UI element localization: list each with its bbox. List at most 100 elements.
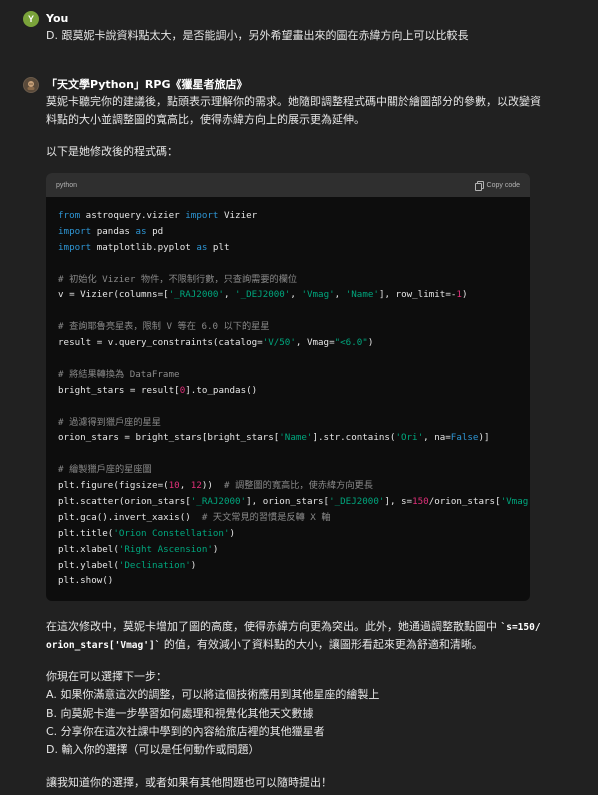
code-token: result = v.query_constraints(catalog= [58, 337, 263, 349]
code-token: , na= [423, 432, 451, 444]
code-token: 'Declination' [118, 559, 191, 571]
code-line: ​ [58, 446, 518, 462]
copy-icon [474, 180, 484, 191]
option-d: D. 輸入你的選擇（可以是任何動作或問題） [46, 743, 260, 756]
code-token: ].str.contains( [312, 432, 396, 444]
code-line: plt.gca().invert_xaxis() # 天文常見的習慣是反轉 X … [58, 510, 518, 526]
code-token: 'Orion Constellation' [113, 527, 230, 539]
code-line: ​ [58, 303, 518, 319]
code-token: ) [190, 559, 197, 571]
code-token: 10 [168, 480, 180, 492]
code-token: plt.title( [58, 527, 114, 539]
code-token: plt.show() [58, 575, 114, 587]
code-line: ​ [58, 256, 518, 272]
code-token: plt.xlabel( [58, 543, 119, 555]
code-token: ) [367, 337, 374, 349]
copy-code-button[interactable]: Copy code [474, 180, 520, 191]
explanation-line-1: 在這次修改中，莫妮卡增加了圖的高度，使得赤緯方向更為突出。此外，她通過調整散點圖… [46, 617, 546, 637]
code-line: # 將結果轉換為 DataFrame [58, 367, 518, 383]
code-token: # 調整圖的寬高比，使赤緯方向更長 [224, 480, 373, 492]
code-line: import pandas as pd [58, 224, 518, 240]
code-line: result = v.query_constraints(catalog='V/… [58, 335, 518, 351]
code-token: import [58, 225, 92, 237]
code-token: 'Name' [279, 432, 313, 444]
option-c: C. 分享你在這次社課中學到的內容給旅店裡的其他獵星者 [46, 725, 325, 738]
options-title: 你現在可以選擇下一步： [46, 670, 167, 683]
code-language-label: python [56, 181, 78, 189]
code-token: ], orion_stars[ [246, 496, 330, 508]
code-line: from astroquery.vizier import Vizier [58, 208, 518, 224]
code-token: import [185, 210, 219, 221]
code-token: # 將結果轉換為 DataFrame [58, 368, 180, 380]
copy-code-label: Copy code [486, 181, 520, 189]
code-line: # 查詢耶魯亮星表，限制 V 等在 6.0 以下的星星 [58, 319, 518, 335]
user-message: D. 跟莫妮卡說資料點太大，是否能調小，另外希望畫出來的圖在赤緯方向上可以比較長 [46, 29, 469, 42]
code-token: ) [461, 289, 468, 301]
code-token: , [290, 289, 302, 301]
code-token: matplotlib.pyplot [91, 241, 197, 253]
code-line: v = Vizier(columns=['_RAJ2000', '_DEJ200… [58, 287, 518, 303]
assistant-intro-line-2: 料點的大小並調整圖的寬高比，使得赤緯方向上的展示更為延伸。 [46, 113, 365, 126]
explanation-text-b: 的值，有效減小了資料點的大小，讓圖形看起來更為舒適和清晰。 [160, 638, 483, 651]
code-token: plt.figure(figsize=( [58, 480, 169, 492]
code-body[interactable]: from astroquery.vizier import Vizier impo… [46, 197, 530, 589]
code-token: 12 [190, 480, 202, 492]
code-token: plt.scatter(orion_stars[ [58, 496, 191, 508]
explanation-text-a: 在這次修改中，莫妮卡增加了圖的高度，使得赤緯方向更為突出。此外，她通過調整散點圖… [46, 620, 501, 633]
closing-text: 讓我知道你的選擇，或者如果有其他問題也可以隨時提出！ [46, 776, 332, 789]
user-avatar: Y [23, 11, 39, 27]
option-a: A. 如果你滿意這次的調整，可以將這個技術應用到其他星座的繪製上 [46, 688, 380, 701]
code-token: ], s= [384, 496, 413, 508]
bot-avatar-icon [27, 81, 35, 90]
code-line: ​ [58, 399, 518, 415]
code-token: # 查詢耶魯亮星表，限制 V 等在 6.0 以下的星星 [58, 321, 270, 333]
code-token: 'Ori' [395, 432, 424, 444]
code-token: plt.gca().invert_xaxis() [58, 511, 202, 523]
code-token: 150 [412, 496, 429, 508]
code-token: 'Right Ascension' [118, 543, 213, 555]
code-token: Vizier [218, 210, 258, 221]
inline-code-b: orion_stars['Vmag']` [46, 640, 161, 651]
code-token: orion_stars = bright_stars[bright_stars[ [58, 432, 280, 444]
code-block: python Copy code from astroquery.vizier … [46, 173, 530, 601]
inline-code-a: `s=150/ [500, 622, 541, 633]
code-token: 'Vmag' [301, 289, 335, 301]
code-token: plt [207, 241, 230, 253]
user-name: You [46, 12, 69, 25]
code-token: ], row_limit=- [378, 289, 457, 301]
code-token: as [196, 241, 208, 253]
code-token: '_DEJ2000' [235, 289, 291, 301]
code-line: plt.ylabel('Declination') [58, 558, 518, 574]
code-token: bright_stars = result[ [58, 384, 180, 396]
code-token: # 初始化 Vizier 物件，不限制行數，只查詢需要的欄位 [58, 273, 298, 285]
code-token: ].to_pandas() [185, 384, 258, 396]
code-token: )) [201, 480, 225, 492]
code-token: 'Vmag' [500, 496, 530, 508]
explanation-line-2: orion_stars['Vmag']` 的值，有效減小了資料點的大小，讓圖形看… [46, 635, 546, 655]
assistant-lead: 以下是她修改後的程式碼： [46, 145, 178, 158]
code-line: # 初始化 Vizier 物件，不限制行數，只查詢需要的欄位 [58, 272, 518, 288]
code-token: # 繪製獵戶座的星座圖 [58, 464, 152, 476]
code-token: from [58, 210, 81, 221]
code-token: )] [478, 432, 490, 444]
code-token: # 過濾得到獵戶座的星星 [58, 416, 161, 428]
code-header: python Copy code [46, 173, 530, 197]
code-line: bright_stars = result[0].to_pandas() [58, 383, 518, 399]
assistant-intro-line-1: 莫妮卡聽完你的建議後，點頭表示理解你的需求。她隨即調整程式碼中關於繪圖部分的參數… [46, 95, 541, 108]
code-line: plt.scatter(orion_stars['_RAJ2000'], ori… [58, 494, 530, 510]
code-token: 'V/50' [262, 337, 296, 349]
code-token: '_RAJ2000' [168, 289, 224, 301]
code-token: v = Vizier(columns=[ [58, 289, 169, 301]
code-token: as [135, 225, 147, 237]
assistant-name: 「天文學Python」RPG《獵星者旅店》 [46, 78, 248, 91]
code-token: "<6.0" [334, 337, 368, 349]
code-token: '_RAJ2000' [190, 496, 247, 508]
code-token: /orion_stars[ [428, 496, 501, 508]
code-token: , Vmag= [295, 337, 335, 349]
code-token: False [450, 432, 479, 444]
code-line: # 過濾得到獵戶座的星星 [58, 415, 518, 431]
code-token: ) [229, 527, 236, 539]
code-token: astroquery.vizier [80, 210, 186, 221]
code-token: pd [146, 225, 164, 237]
option-b: B. 向莫妮卡進一步學習如何處理和視覺化其他天文數據 [46, 707, 314, 720]
